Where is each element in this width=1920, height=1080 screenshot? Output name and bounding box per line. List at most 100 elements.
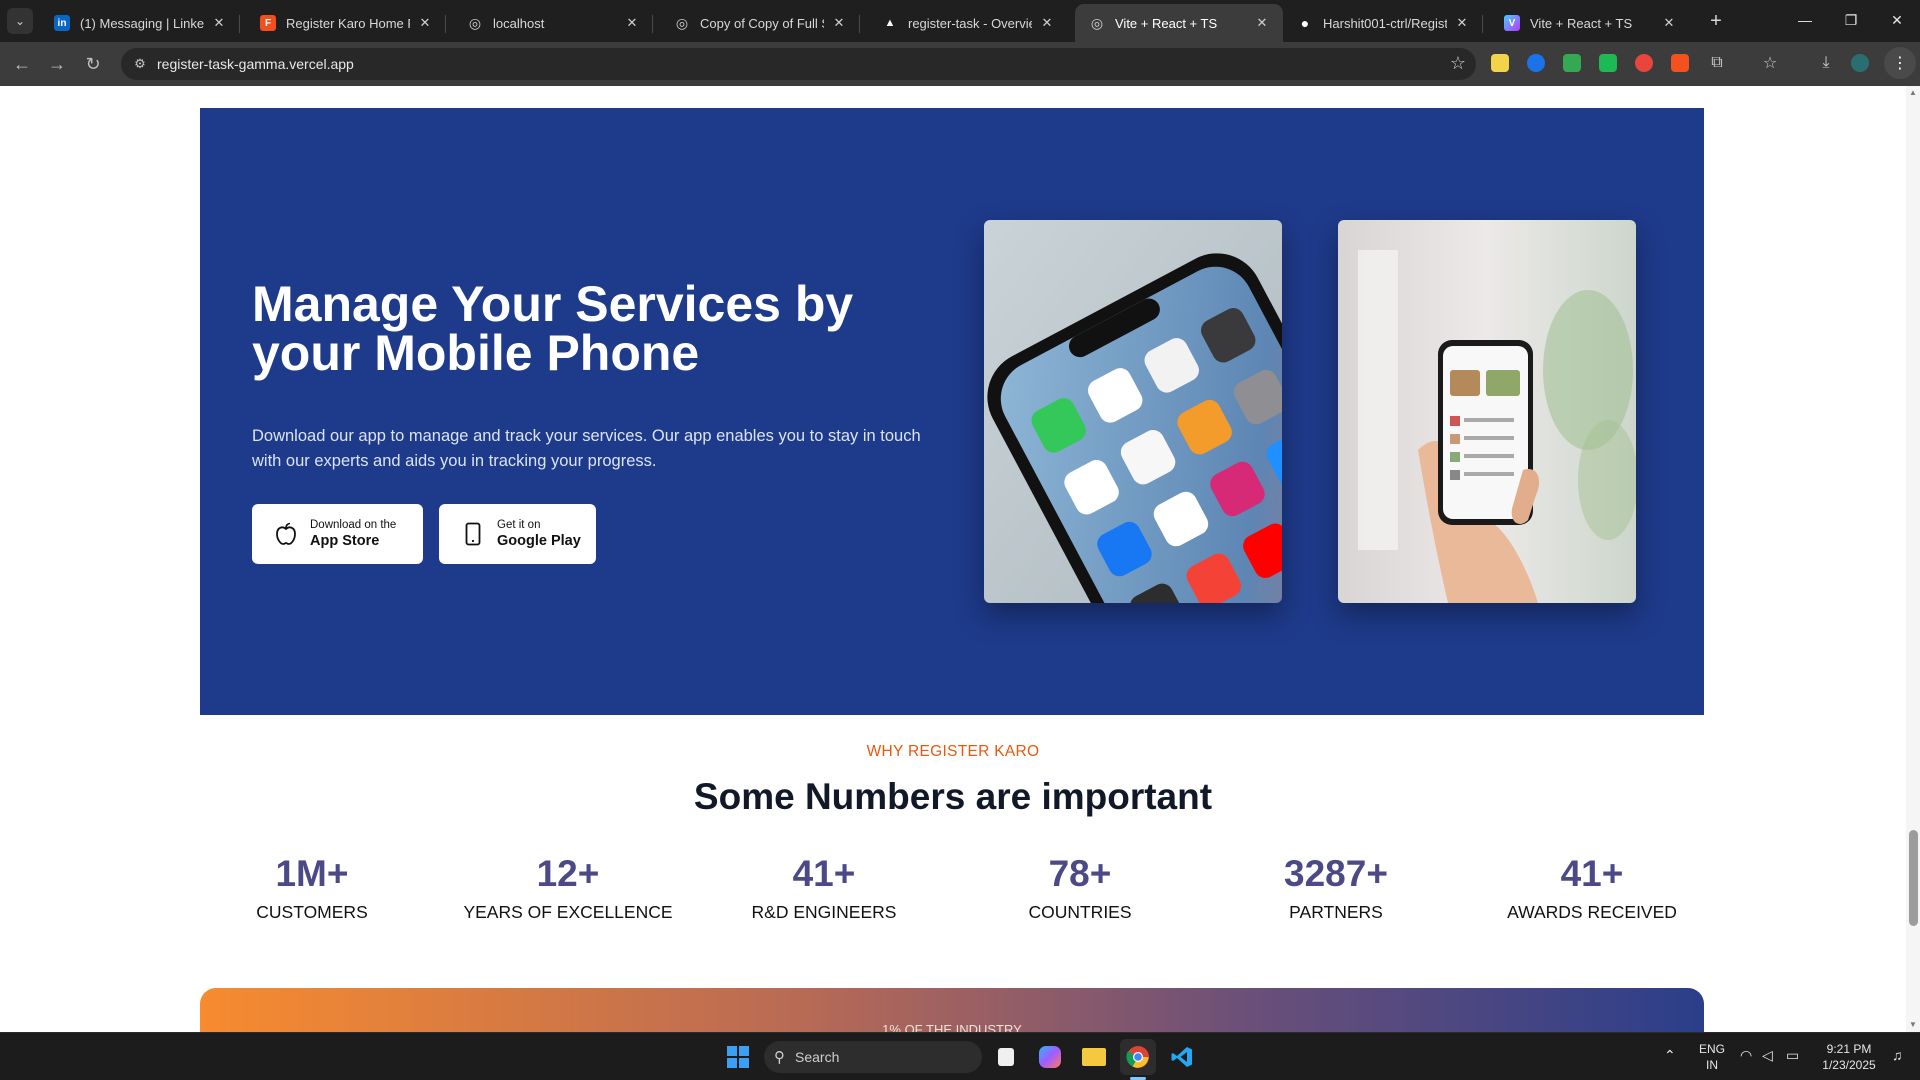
tab-localhost[interactable]: ◎ localhost ✕: [453, 4, 653, 42]
stat-value: 3287+: [1284, 853, 1388, 894]
stat-years-of-excellence: 12+ YEARS OF EXCELLENCE: [440, 852, 696, 924]
industry-label: 1% OF THE INDUSTRY: [882, 1022, 1022, 1032]
forward-button[interactable]: →: [42, 49, 72, 79]
taskbar-search[interactable]: ⚲ Search: [764, 1041, 982, 1073]
apple-icon: [274, 522, 298, 546]
vscode-icon[interactable]: [1164, 1039, 1200, 1075]
hero-description: Download our app to manage and track you…: [252, 427, 921, 470]
linkedin-icon: in: [54, 15, 70, 31]
google-play-button[interactable]: Get it on Google Play: [439, 504, 596, 564]
wifi-icon[interactable]: ◠: [1740, 1047, 1752, 1063]
stat-value: 41+: [1560, 853, 1624, 894]
smartphone-icon: [461, 522, 485, 546]
stat-value: 12+: [536, 853, 600, 894]
bookmark-star-icon[interactable]: ☆: [1450, 53, 1466, 74]
tab-search-button[interactable]: ⌄: [7, 8, 33, 34]
tab-linkedin[interactable]: in (1) Messaging | LinkedIn ✕: [40, 4, 240, 42]
profile-avatar[interactable]: [1851, 54, 1869, 72]
tab-figma[interactable]: F Register Karo Home Page ✕: [246, 4, 446, 42]
stat-label: AWARDS RECEIVED: [1507, 902, 1677, 922]
clock[interactable]: 9:21 PM 1/23/2025: [1814, 1041, 1884, 1073]
extensions-puzzle-icon[interactable]: ⧉: [1704, 50, 1730, 76]
stat-label: COUNTRIES: [1028, 902, 1132, 922]
file-explorer-icon[interactable]: [1076, 1039, 1112, 1075]
extension-j-icon[interactable]: [1599, 54, 1617, 72]
language-indicator[interactable]: ENG IN: [1694, 1041, 1730, 1073]
task-view-icon[interactable]: [988, 1039, 1024, 1075]
chrome-menu-button[interactable]: ⋮: [1884, 47, 1916, 79]
tab-vite-react-active[interactable]: ◎ Vite + React + TS ✕: [1075, 4, 1283, 42]
page-viewport: Manage Your Services by your Mobile Phon…: [0, 86, 1906, 1032]
show-hidden-icons[interactable]: ⌃: [1664, 1047, 1676, 1063]
stat-label: YEARS OF EXCELLENCE: [463, 902, 673, 922]
reload-button[interactable]: ↻: [78, 49, 108, 79]
close-tab-icon[interactable]: ✕: [623, 15, 641, 31]
tab-vite-react[interactable]: V Vite + React + TS ✕: [1490, 4, 1690, 42]
scroll-up-icon[interactable]: ▲: [1909, 88, 1917, 97]
app-store-big-label: App Store: [310, 533, 380, 549]
tab-strip: ⌄ in (1) Messaging | LinkedIn ✕ F Regist…: [0, 0, 1920, 42]
minimize-button[interactable]: —: [1782, 0, 1828, 40]
vercel-icon: ▲: [884, 17, 896, 29]
globe-icon: ◎: [468, 14, 482, 31]
extension-orange-icon[interactable]: [1671, 54, 1689, 72]
google-play-big-label: Google Play: [497, 533, 581, 549]
close-tab-icon[interactable]: ✕: [1038, 15, 1056, 31]
back-button[interactable]: ←: [7, 49, 37, 79]
app-store-small-label: Download on the: [310, 519, 397, 531]
search-placeholder: Search: [795, 1049, 840, 1065]
tab-github[interactable]: ● Harshit001-ctrl/Register-t ✕: [1283, 4, 1483, 42]
close-tab-icon[interactable]: ✕: [1453, 15, 1471, 31]
stat-label: R&D ENGINEERS: [751, 902, 897, 922]
stat-awards-received: 41+ AWARDS RECEIVED: [1464, 852, 1720, 924]
google-play-small-label: Get it on: [497, 519, 541, 531]
stat-value: 78+: [1048, 853, 1112, 894]
close-window-button[interactable]: ✕: [1874, 0, 1920, 40]
chrome-taskbar-icon[interactable]: [1120, 1039, 1156, 1075]
extension-green-icon[interactable]: [1563, 54, 1581, 72]
site-info-icon[interactable]: ⚙: [131, 55, 149, 73]
battery-icon[interactable]: ▭: [1786, 1047, 1799, 1063]
stat-rd-engineers: 41+ R&D ENGINEERS: [696, 852, 952, 924]
windows-taskbar: ⚲ Search ⌃ ENG IN ◠ ◁ ▭ 9:21 PM 1/23/202…: [0, 1032, 1920, 1080]
stat-customers: 1M+ CUSTOMERS: [184, 852, 440, 924]
volume-icon[interactable]: ◁: [1762, 1047, 1773, 1063]
url-text[interactable]: register-task-gamma.vercel.app: [157, 56, 354, 72]
vite-icon: V: [1504, 15, 1520, 31]
extension-edge-icon[interactable]: [1527, 54, 1545, 72]
page-scrollbar[interactable]: ▲ ▼: [1906, 86, 1920, 1032]
close-tab-icon[interactable]: ✕: [1660, 15, 1678, 31]
scrollbar-thumb[interactable]: [1909, 830, 1918, 926]
app-store-button[interactable]: Download on the App Store: [252, 504, 423, 564]
close-tab-icon[interactable]: ✕: [830, 15, 848, 31]
scroll-down-icon[interactable]: ▼: [1909, 1020, 1917, 1029]
windows-start-icon[interactable]: [720, 1039, 756, 1075]
close-tab-icon[interactable]: ✕: [210, 15, 228, 31]
industry-banner: 1% OF THE INDUSTRY: [200, 988, 1704, 1032]
globe-icon: ◎: [675, 14, 689, 31]
extension-notes-icon[interactable]: [1491, 54, 1509, 72]
stat-value: 1M+: [275, 853, 349, 894]
notification-bell-icon[interactable]: ♫: [1892, 1047, 1903, 1063]
stat-label: CUSTOMERS: [256, 902, 368, 922]
stat-countries: 78+ COUNTRIES: [952, 852, 1208, 924]
restore-button[interactable]: ❐: [1828, 0, 1874, 40]
close-tab-icon[interactable]: ✕: [1253, 15, 1271, 31]
downloads-icon[interactable]: ⤓: [1813, 50, 1839, 76]
mobile-app-hero: Manage Your Services by your Mobile Phon…: [200, 108, 1704, 715]
extension-pocket-icon[interactable]: [1635, 54, 1653, 72]
hand-holding-phone-image: [1338, 220, 1636, 603]
address-bar[interactable]: ⚙ register-task-gamma.vercel.app ☆: [121, 48, 1476, 80]
close-tab-icon[interactable]: ✕: [416, 15, 434, 31]
phone-home-screen-image: [984, 220, 1282, 603]
new-tab-button[interactable]: +: [1703, 8, 1729, 34]
copilot-icon[interactable]: [1032, 1039, 1068, 1075]
tab-vercel-overview[interactable]: ▲ register-task - Overview – ✕: [868, 4, 1068, 42]
github-icon: ●: [1300, 15, 1310, 31]
stat-label: PARTNERS: [1289, 902, 1383, 922]
hero-title: Manage Your Services by your Mobile Phon…: [252, 276, 854, 381]
numbers-section-title: Some Numbers are important: [693, 776, 1213, 817]
bookmarks-icon[interactable]: ☆: [1757, 50, 1783, 76]
search-icon: ⚲: [774, 1049, 785, 1066]
tab-copy-full-stack[interactable]: ◎ Copy of Copy of Full Stack ✕: [660, 4, 860, 42]
